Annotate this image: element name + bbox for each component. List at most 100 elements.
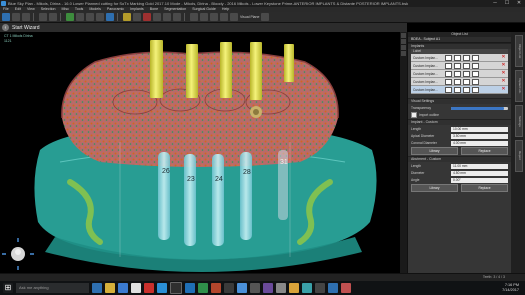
visual-plane-label[interactable]: Visual Plane <box>240 15 259 19</box>
word-icon[interactable] <box>185 283 195 293</box>
visible-checkbox[interactable] <box>445 54 452 61</box>
system-clock[interactable]: 7:16 PM 7/14/2017 <box>502 283 525 293</box>
library-button[interactable]: Library <box>411 147 458 155</box>
delete-icon[interactable]: ✕ <box>501 71 506 76</box>
coronal-view-icon[interactable] <box>86 13 94 21</box>
abutment-checkbox[interactable] <box>472 62 479 69</box>
library-button[interactable]: Library <box>411 184 458 192</box>
app-icon[interactable] <box>328 283 338 293</box>
delete-icon[interactable]: ✕ <box>501 87 506 92</box>
delete-icon[interactable]: ✕ <box>501 79 506 84</box>
view-tab[interactable] <box>401 33 406 38</box>
delete-icon[interactable]: ✕ <box>501 55 506 60</box>
3d-viewport[interactable]: 26 23 24 28 31 CT 1 Mikols Dirina 1121 <box>0 32 400 273</box>
app-icon[interactable] <box>302 283 312 293</box>
implant-row-selected[interactable]: Custom Implan... ✕ <box>411 86 508 94</box>
implant-row[interactable]: Custom Implan... ✕ <box>411 70 508 78</box>
apical-diameter-field[interactable]: 3.50 mm <box>451 133 508 139</box>
layout-icon[interactable] <box>66 13 74 21</box>
app-icon[interactable] <box>276 283 286 293</box>
lock-checkbox[interactable] <box>454 54 461 61</box>
tools-icon[interactable] <box>261 13 270 21</box>
abutment-checkbox[interactable] <box>472 78 479 85</box>
start-wizard-button[interactable]: Start Wizard <box>12 25 40 31</box>
guide-icon[interactable] <box>210 13 218 21</box>
visible-checkbox[interactable] <box>445 86 452 93</box>
sagittal-view-icon[interactable] <box>96 13 104 21</box>
file-explorer-icon[interactable] <box>105 283 115 293</box>
mail-icon[interactable] <box>157 283 167 293</box>
sleeve-checkbox[interactable] <box>463 54 470 61</box>
visible-checkbox[interactable] <box>445 70 452 77</box>
back-arrow-icon[interactable]: ‹ <box>2 24 9 31</box>
abutment-length-field[interactable]: 11.00 mm <box>451 163 508 169</box>
sleeve-icon[interactable] <box>220 13 228 21</box>
abutment-checkbox[interactable] <box>472 70 479 77</box>
replace-button[interactable]: Replace <box>461 147 508 155</box>
new-icon[interactable] <box>2 13 10 21</box>
sleeve-checkbox[interactable] <box>463 70 470 77</box>
tab-object-list[interactable]: Object List <box>515 35 523 67</box>
coronal-diameter-field[interactable]: 4.00 mm <box>451 140 508 146</box>
angle-icon[interactable] <box>163 13 171 21</box>
powerpoint-icon[interactable] <box>211 283 221 293</box>
tab-settings[interactable]: Settings <box>515 105 523 137</box>
transparency-slider[interactable] <box>451 106 508 110</box>
app-icon[interactable] <box>289 283 299 293</box>
lock-checkbox[interactable] <box>454 86 461 93</box>
undo-icon[interactable] <box>39 13 47 21</box>
visible-checkbox[interactable] <box>445 78 452 85</box>
abutment-diameter-field[interactable]: 4.50 mm <box>451 170 508 176</box>
tab-report[interactable]: Report <box>515 140 523 172</box>
implant-section-header[interactable]: Implant - Custom <box>408 119 511 125</box>
save-icon[interactable] <box>22 13 30 21</box>
lock-checkbox[interactable] <box>454 70 461 77</box>
blue-sky-plan-icon[interactable] <box>237 283 247 293</box>
model-icon[interactable] <box>200 13 208 21</box>
visible-checkbox[interactable] <box>445 62 452 69</box>
view-tab[interactable] <box>401 45 406 50</box>
visual-settings-header[interactable]: Visual Settings <box>408 98 511 104</box>
length-field[interactable]: 10.00 mm <box>451 126 508 132</box>
app-icon[interactable] <box>315 283 325 293</box>
pdf-icon[interactable] <box>224 283 234 293</box>
implant-row[interactable]: Custom Implan... ✕ <box>411 78 508 86</box>
tab-implant-library[interactable]: Implant Lib. <box>515 70 523 102</box>
lock-checkbox[interactable] <box>454 62 461 69</box>
excel-icon[interactable] <box>198 283 208 293</box>
view-tab[interactable] <box>401 51 406 56</box>
store-icon[interactable] <box>131 283 141 293</box>
start-icon[interactable]: ⊞ <box>3 283 13 293</box>
export-icon[interactable] <box>230 13 238 21</box>
abutment-icon[interactable] <box>133 13 141 21</box>
nerve-icon[interactable] <box>143 13 151 21</box>
orientation-head-icon[interactable] <box>2 238 34 270</box>
view-tab[interactable] <box>401 39 406 44</box>
redo-icon[interactable] <box>49 13 57 21</box>
sleeve-checkbox[interactable] <box>463 86 470 93</box>
app-icon[interactable] <box>341 283 351 293</box>
axial-view-icon[interactable] <box>76 13 84 21</box>
app-icon[interactable] <box>263 283 273 293</box>
photos-icon[interactable] <box>170 282 182 294</box>
cut-icon[interactable] <box>190 13 198 21</box>
maximize-button[interactable]: ☐ <box>501 0 513 7</box>
minimize-button[interactable]: ─ <box>489 0 501 7</box>
implant-row[interactable]: Custom Implan... ✕ <box>411 54 508 62</box>
delete-icon[interactable]: ✕ <box>501 63 506 68</box>
app-icon[interactable] <box>144 283 154 293</box>
implant-icon[interactable] <box>123 13 131 21</box>
close-button[interactable]: ✕ <box>513 0 525 7</box>
abutment-checkbox[interactable] <box>472 54 479 61</box>
abutment-checkbox[interactable] <box>472 86 479 93</box>
3d-view-icon[interactable] <box>106 13 114 21</box>
edge-icon[interactable] <box>118 283 128 293</box>
sleeve-checkbox[interactable] <box>463 78 470 85</box>
app-icon[interactable] <box>250 283 260 293</box>
dental-model-render[interactable]: 26 23 24 28 31 <box>0 32 400 273</box>
taskbar-search[interactable]: Ask me anything <box>16 283 89 293</box>
outline-checkbox[interactable] <box>411 112 417 118</box>
lock-checkbox[interactable] <box>454 78 461 85</box>
abutment-section-header[interactable]: Abutment - Custom <box>408 156 511 162</box>
measure-icon[interactable] <box>153 13 161 21</box>
